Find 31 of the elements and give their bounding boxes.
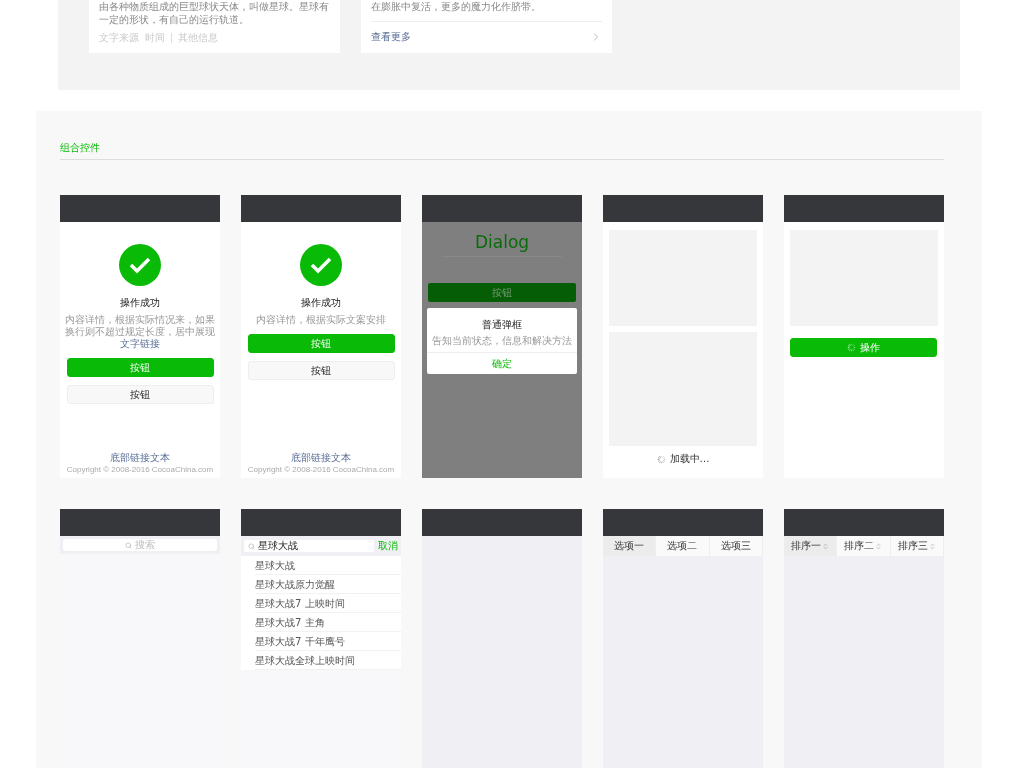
sort-icon — [875, 542, 883, 550]
dialog-title: 普通弹框 — [482, 318, 522, 332]
secondary-button[interactable]: 按钮 — [247, 361, 395, 380]
check-circle-icon — [300, 244, 342, 286]
copyright-text: Copyright © 2008-2016 CocoaChina.com — [247, 465, 395, 474]
section-title: 组合控件 — [60, 141, 944, 160]
sort-icon — [822, 542, 830, 550]
sort-tab[interactable]: 排序一 — [784, 536, 838, 556]
secondary-button[interactable]: 按钮 — [66, 385, 214, 404]
card-text: 由各种物质组成的巨型球状天体，叫做星球。星球有一定的形状，有自己的运行轨道。 — [99, 0, 330, 26]
footer-link[interactable]: 底部链接文本 — [110, 451, 170, 465]
copyright-text: Copyright © 2008-2016 CocoaChina.com — [66, 465, 214, 474]
search-icon — [248, 542, 255, 550]
result-title: 操作成功 — [120, 296, 160, 310]
sort-icon — [928, 542, 936, 550]
result-title: 操作成功 — [301, 296, 341, 310]
view-more-link[interactable]: 查看更多 — [371, 21, 602, 44]
text-link[interactable]: 文字链接 — [120, 338, 160, 349]
dialog-message: 告知当前状态，信息和解决方法 — [432, 334, 572, 348]
spinner-icon — [847, 343, 856, 352]
result-description: 内容详情，根据实际情况来，如果换行则不超过规定长度，居中展现 文字链接 — [65, 314, 215, 350]
search-field[interactable]: 星球大战 — [244, 540, 374, 552]
tab[interactable]: 选项一 — [603, 536, 657, 556]
result-description: 内容详情，根据实际文案安排 — [255, 314, 387, 326]
footer-link[interactable]: 底部链接文本 — [291, 451, 351, 465]
card-text: 在膨胀中复活，更多的魔力化作脐带。 — [371, 0, 542, 13]
spinner-icon — [656, 454, 666, 464]
check-circle-icon — [119, 244, 161, 286]
page-heading: Dialog — [442, 232, 562, 257]
loading-text: 加载中… — [669, 452, 710, 466]
search-icon — [125, 541, 132, 549]
